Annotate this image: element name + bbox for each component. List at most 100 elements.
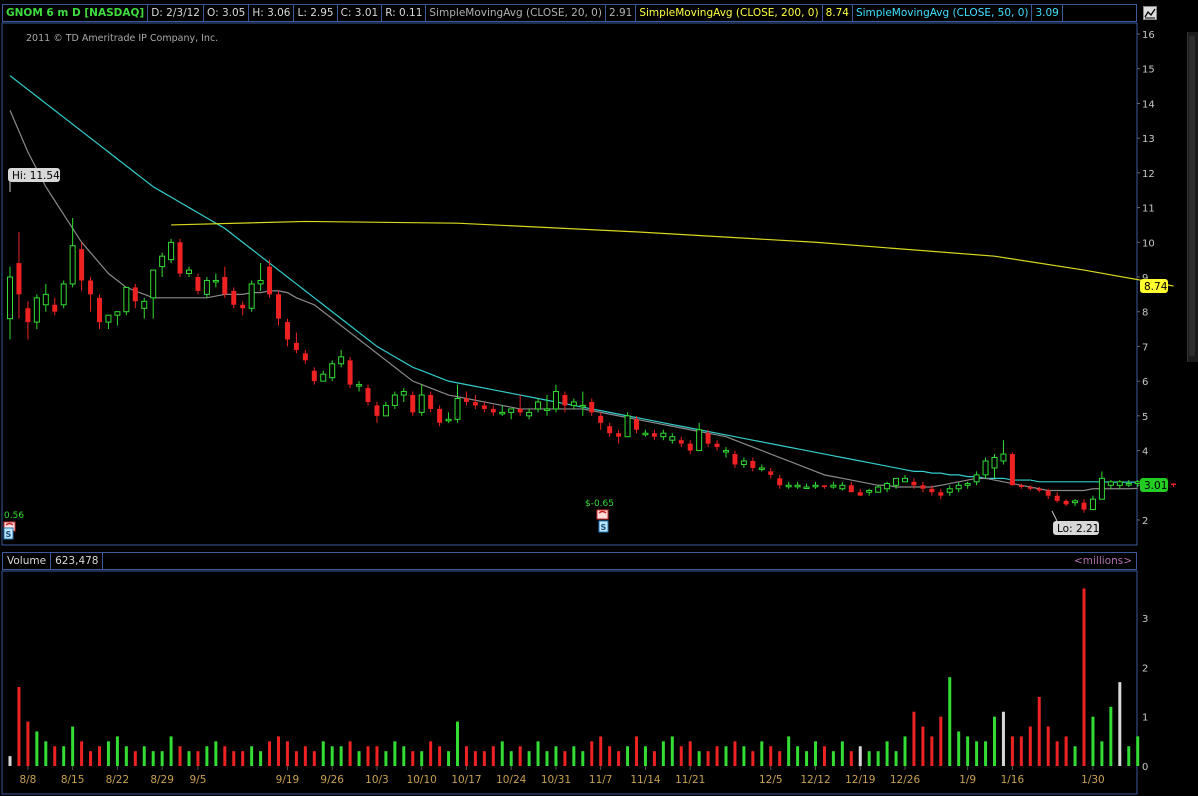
candle — [481, 401, 487, 413]
volume-bar — [214, 741, 218, 766]
candle — [973, 471, 980, 486]
copyright-text: 2011 © TD Ameritrade IP Company, Inc. — [26, 33, 218, 44]
volume-bar — [670, 736, 674, 766]
candle — [1098, 471, 1105, 500]
volume-bar — [98, 746, 101, 766]
volume-tick-label: 2 — [1142, 663, 1148, 674]
volume-bar — [124, 746, 128, 766]
candle — [794, 481, 801, 489]
candle — [150, 269, 157, 319]
candle — [526, 408, 533, 420]
candle — [723, 447, 729, 458]
volume-bar — [223, 746, 227, 766]
volume-bar — [805, 751, 809, 766]
volume-bar — [1010, 736, 1014, 766]
volume-bar — [1037, 696, 1041, 766]
x-tick-label: 12/19 — [845, 774, 875, 786]
price-tick-label: 8 — [1142, 308, 1148, 319]
volume-bar — [26, 721, 30, 766]
volume-bar — [196, 751, 200, 766]
volume-bar — [903, 736, 907, 766]
dividend-icon[interactable]: S — [598, 520, 609, 533]
candle — [177, 238, 183, 277]
volume-bar — [232, 751, 236, 766]
candle — [857, 488, 863, 496]
candle — [105, 314, 112, 330]
x-tick-label: 12/5 — [759, 774, 783, 786]
x-tick-label: 9/19 — [276, 774, 300, 786]
volume-bar — [71, 726, 75, 766]
volume-tick-label: 3 — [1142, 614, 1148, 625]
close-price-tag: 3.01 — [1140, 478, 1168, 492]
volume-bar — [285, 741, 289, 766]
candle — [428, 391, 434, 413]
volume-bar — [366, 746, 370, 766]
candle — [114, 311, 121, 326]
x-tick-label: 12/26 — [890, 774, 921, 786]
candle — [88, 277, 94, 312]
candle — [141, 297, 148, 319]
candle — [69, 217, 76, 288]
volume-bar — [17, 687, 21, 766]
volume-bar — [1118, 682, 1122, 766]
volume-bar — [473, 751, 477, 766]
candle — [490, 405, 496, 416]
volume-bar — [169, 736, 173, 766]
x-tick-label: 10/3 — [365, 774, 389, 786]
candle — [1063, 499, 1069, 507]
volume-bar — [921, 726, 925, 766]
volume-bar — [706, 751, 710, 766]
candle — [991, 454, 998, 479]
volume-bar — [760, 741, 764, 766]
candle — [687, 440, 693, 455]
price-tick-label: 2 — [1142, 516, 1148, 527]
price-tick-label: 10 — [1142, 238, 1155, 249]
candle — [356, 381, 363, 392]
volume-bar — [984, 741, 988, 766]
volume-bar — [822, 746, 826, 766]
candle — [678, 436, 684, 448]
candle — [445, 412, 452, 423]
candle — [642, 429, 649, 437]
volume-bar — [617, 751, 621, 766]
volume-bar — [1136, 736, 1140, 766]
candle — [267, 259, 273, 298]
volume-panel: Volume 623,478 <millions> 0123 8/8 8/15 8/… — [0, 552, 1198, 796]
volume-bar — [89, 751, 93, 766]
earnings-phone-icon[interactable] — [596, 509, 609, 520]
candle — [732, 450, 738, 468]
candle — [7, 266, 13, 340]
volume-bar — [724, 746, 728, 766]
volume-bar — [35, 731, 39, 766]
volume-bar — [133, 751, 137, 766]
candle — [1134, 480, 1141, 488]
candle — [920, 481, 926, 493]
candle — [499, 405, 506, 416]
volume-bar — [661, 741, 665, 766]
volume-bar — [106, 741, 110, 766]
candle — [410, 391, 416, 416]
price-tick-label: 4 — [1142, 447, 1148, 458]
candle — [391, 391, 398, 409]
volume-bar — [303, 746, 307, 766]
volume-bar — [554, 746, 558, 766]
x-tick-label: 8/22 — [106, 774, 130, 786]
price-tick-label: 15 — [1142, 65, 1155, 76]
candle — [1018, 483, 1024, 489]
candle — [552, 384, 559, 413]
dividend-icon[interactable]: S — [3, 527, 14, 540]
candle — [740, 457, 747, 468]
volume-bar — [8, 756, 12, 766]
volume-bar — [626, 746, 630, 766]
candle — [624, 412, 631, 438]
volume-bar — [312, 751, 316, 766]
candle — [1081, 499, 1087, 513]
volume-bar — [993, 716, 996, 766]
volume-bar — [1019, 736, 1023, 766]
candle — [195, 273, 201, 295]
price-tick-label: 11 — [1142, 204, 1155, 215]
price-tick-label: 12 — [1142, 169, 1155, 180]
candle — [660, 429, 667, 441]
candle — [812, 481, 819, 489]
candle — [284, 318, 290, 347]
